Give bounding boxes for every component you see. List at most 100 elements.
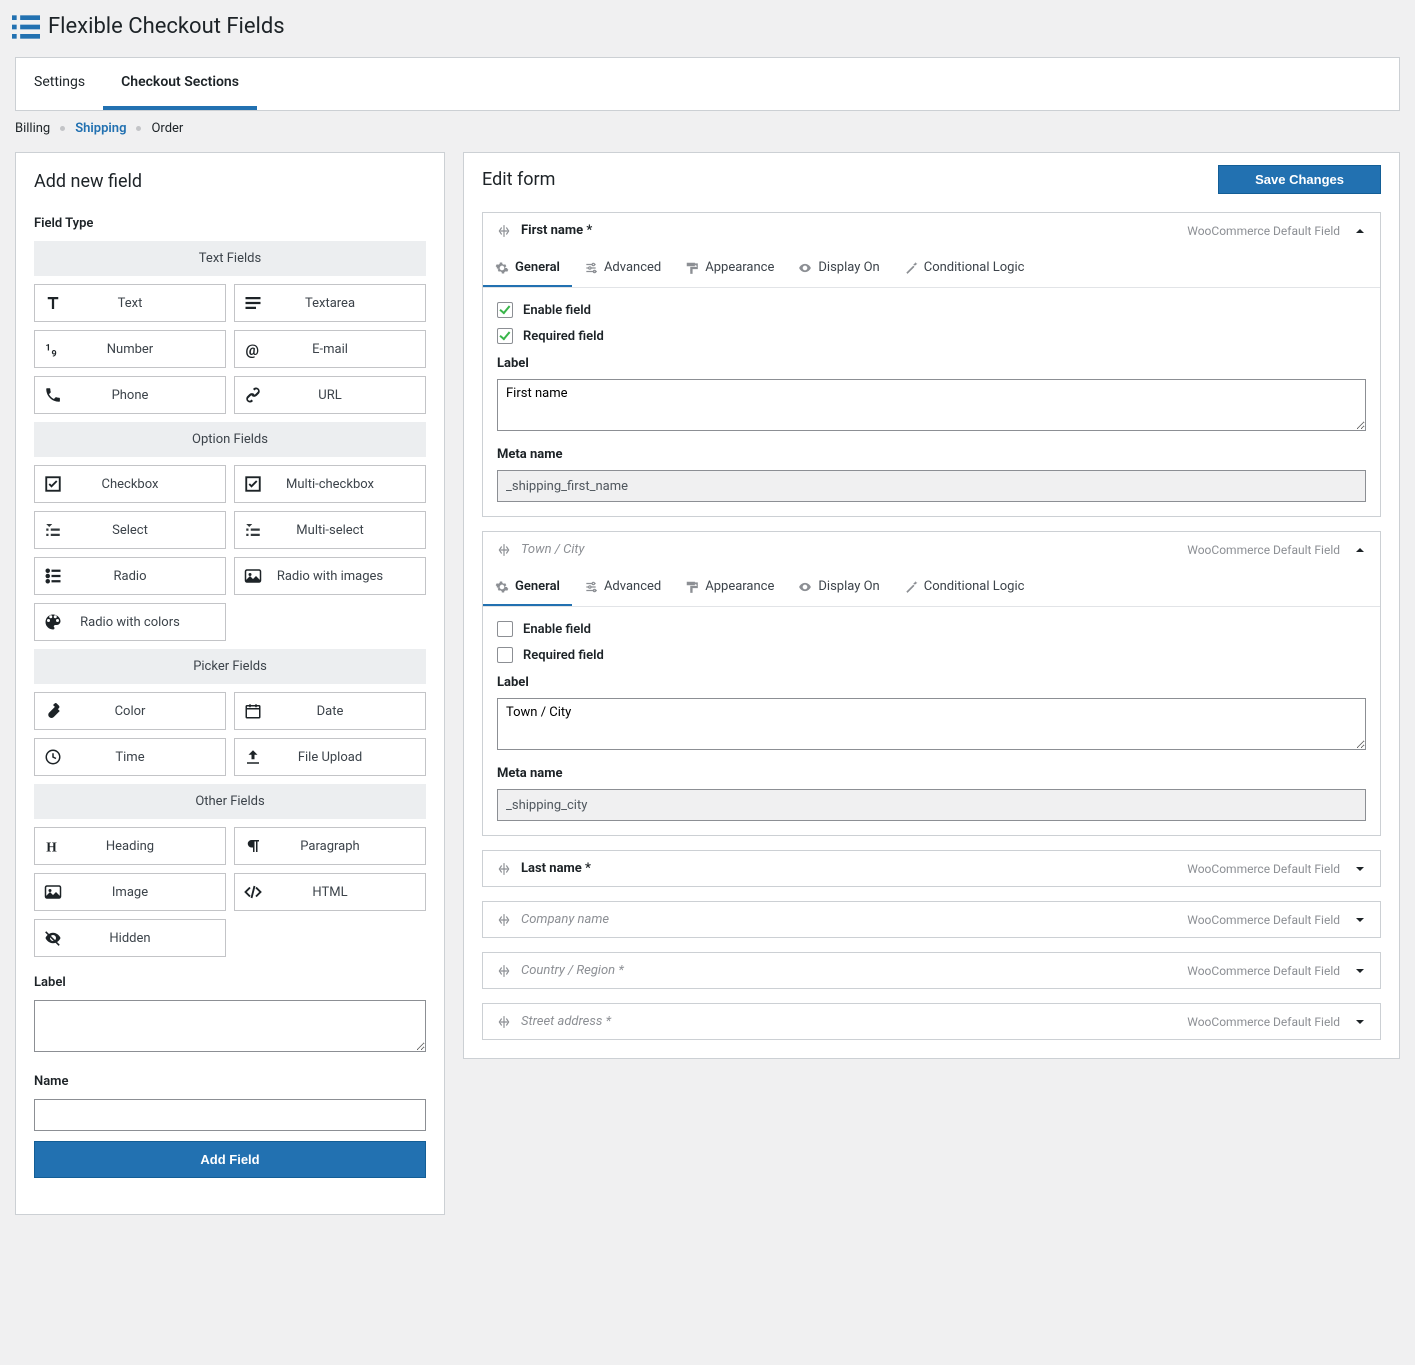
fieldtype-radio-colors[interactable]: Radio with colors [34, 603, 226, 641]
field-meta-label: Meta name [497, 447, 1366, 462]
fieldtype-date[interactable]: Date [234, 692, 426, 730]
drag-handle-icon[interactable] [497, 964, 511, 978]
chevron-down-icon[interactable] [1354, 912, 1366, 927]
field-tab-display-on[interactable]: Display On [786, 248, 891, 287]
page-title: Flexible Checkout Fields [48, 14, 285, 39]
label-input[interactable] [34, 1000, 426, 1052]
field-meta-input [497, 789, 1366, 821]
fieldtype-checkbox[interactable]: Checkbox [34, 465, 226, 503]
field-card-title: Country / Region * [521, 963, 624, 978]
field-card: Country / Region * WooCommerce Default F… [482, 952, 1381, 989]
svg-text:H: H [46, 839, 57, 854]
edit-form-panel: Edit form Save Changes First name * WooC… [463, 152, 1400, 1059]
field-card-title: Town / City [521, 542, 584, 557]
eye-icon [798, 579, 812, 594]
fieldtype-phone[interactable]: Phone [34, 376, 226, 414]
required-field-checkbox[interactable]: Required field [497, 647, 1366, 663]
cat-other-fields: Other Fields [34, 784, 426, 819]
fieldtype-radio-images[interactable]: Radio with images [234, 557, 426, 595]
drag-handle-icon[interactable] [497, 224, 511, 238]
label-input-label: Label [34, 975, 426, 990]
field-label-label: Label [497, 675, 1366, 690]
fieldtype-color[interactable]: Color [34, 692, 226, 730]
field-card-title: Last name * [521, 861, 591, 876]
default-field-badge: WooCommerce Default Field [1187, 862, 1340, 876]
fieldtype-number[interactable]: 19Number [34, 330, 226, 368]
wand-icon [904, 579, 918, 594]
field-card-header[interactable]: Town / City WooCommerce Default Field [483, 532, 1380, 567]
add-field-title: Add new field [16, 153, 444, 196]
field-card-title: Street address * [521, 1014, 611, 1029]
fieldtype-radio[interactable]: Radio [34, 557, 226, 595]
field-card-header[interactable]: Last name * WooCommerce Default Field [483, 851, 1380, 886]
drag-handle-icon[interactable] [497, 1015, 511, 1029]
name-input[interactable] [34, 1099, 426, 1131]
field-settings-tabs: General Advanced Appearance Display On C… [483, 248, 1380, 288]
chevron-up-icon[interactable] [1354, 223, 1366, 238]
cat-text-fields: Text Fields [34, 241, 426, 276]
subnav-billing[interactable]: Billing [15, 121, 50, 136]
default-field-badge: WooCommerce Default Field [1187, 1015, 1340, 1029]
field-card-header[interactable]: First name * WooCommerce Default Field [483, 213, 1380, 248]
svg-text:9: 9 [52, 350, 57, 359]
fieldtype-file[interactable]: File Upload [234, 738, 426, 776]
chevron-up-icon[interactable] [1354, 542, 1366, 557]
add-field-button[interactable]: Add Field [34, 1141, 426, 1178]
save-changes-button[interactable]: Save Changes [1218, 165, 1381, 194]
enable-field-checkbox[interactable]: Enable field [497, 302, 1366, 318]
main-tabs: Settings Checkout Sections [15, 57, 1400, 111]
edit-form-title: Edit form [482, 169, 555, 190]
field-tab-general[interactable]: General [483, 248, 572, 287]
field-label-label: Label [497, 356, 1366, 371]
field-tab-display-on[interactable]: Display On [786, 567, 891, 606]
fieldtype-paragraph[interactable]: Paragraph [234, 827, 426, 865]
field-card: Street address * WooCommerce Default Fie… [482, 1003, 1381, 1040]
drag-handle-icon[interactable] [497, 543, 511, 557]
field-tab-advanced[interactable]: Advanced [572, 248, 673, 287]
gear-icon [495, 260, 509, 275]
fieldtype-url[interactable]: URL [234, 376, 426, 414]
fieldtype-hidden[interactable]: Hidden [34, 919, 226, 957]
field-tab-conditional[interactable]: Conditional Logic [892, 248, 1037, 287]
fieldtype-text[interactable]: Text [34, 284, 226, 322]
fieldtype-heading[interactable]: HHeading [34, 827, 226, 865]
tab-settings[interactable]: Settings [16, 58, 103, 110]
fieldtype-image[interactable]: Image [34, 873, 226, 911]
fieldtype-time[interactable]: Time [34, 738, 226, 776]
fieldtype-textarea[interactable]: Textarea [234, 284, 426, 322]
field-tab-appearance[interactable]: Appearance [673, 567, 786, 606]
fieldtype-multi-select[interactable]: Multi-select [234, 511, 426, 549]
field-tab-advanced[interactable]: Advanced [572, 567, 673, 606]
field-tab-conditional[interactable]: Conditional Logic [892, 567, 1037, 606]
field-tab-general[interactable]: General [483, 567, 572, 606]
subnav-order[interactable]: Order [151, 121, 183, 136]
menu-list-icon [12, 15, 40, 39]
paint-icon [685, 260, 699, 275]
separator-dot [136, 126, 141, 131]
chevron-down-icon[interactable] [1354, 963, 1366, 978]
tab-checkout-sections[interactable]: Checkout Sections [103, 58, 257, 110]
field-card-header[interactable]: Company name WooCommerce Default Field [483, 902, 1380, 937]
field-tab-appearance[interactable]: Appearance [673, 248, 786, 287]
field-card: Last name * WooCommerce Default Field [482, 850, 1381, 887]
field-card-header[interactable]: Street address * WooCommerce Default Fie… [483, 1004, 1380, 1039]
svg-text:1: 1 [46, 344, 51, 354]
chevron-down-icon[interactable] [1354, 1014, 1366, 1029]
subnav-shipping[interactable]: Shipping [75, 121, 126, 136]
required-field-checkbox[interactable]: Required field [497, 328, 1366, 344]
field-card-header[interactable]: Country / Region * WooCommerce Default F… [483, 953, 1380, 988]
enable-field-checkbox[interactable]: Enable field [497, 621, 1366, 637]
field-label-input[interactable]: Town / City [497, 698, 1366, 750]
fieldtype-select[interactable]: Select [34, 511, 226, 549]
fieldtype-multi-checkbox[interactable]: Multi-checkbox [234, 465, 426, 503]
add-field-panel: Add new field Field Type Text Fields Tex… [15, 152, 445, 1215]
fieldtype-html[interactable]: HTML [234, 873, 426, 911]
sliders-icon [584, 260, 598, 275]
drag-handle-icon[interactable] [497, 913, 511, 927]
section-subnav: Billing Shipping Order [0, 111, 1415, 152]
separator-dot [60, 126, 65, 131]
field-label-input[interactable]: First name [497, 379, 1366, 431]
fieldtype-email[interactable]: @E-mail [234, 330, 426, 368]
chevron-down-icon[interactable] [1354, 861, 1366, 876]
drag-handle-icon[interactable] [497, 862, 511, 876]
